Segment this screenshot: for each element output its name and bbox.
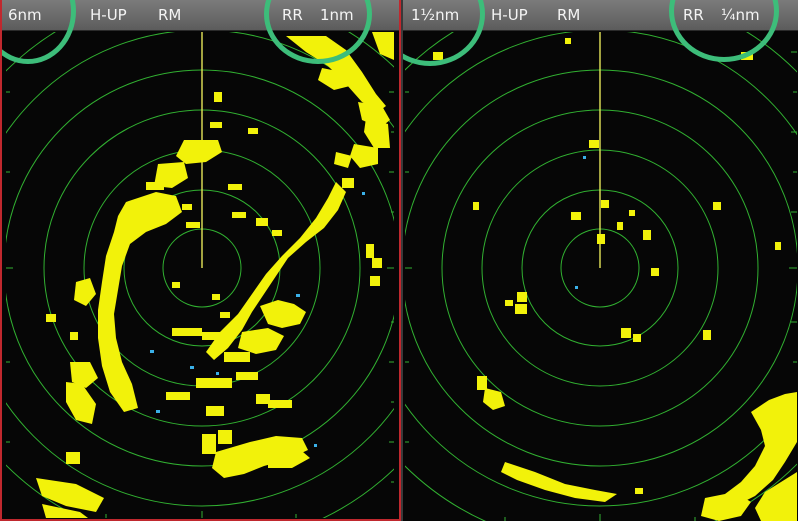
- tracked-targets: [150, 192, 365, 447]
- range-ring-label[interactable]: RR: [683, 0, 704, 30]
- radar-scope-right[interactable]: [405, 32, 797, 521]
- range-readout[interactable]: 6nm: [8, 0, 42, 30]
- motion-mode[interactable]: RM: [158, 0, 181, 30]
- radar-status-bar-left: 6nm H-UP RM RR 1nm: [2, 0, 399, 31]
- tracked-targets: [575, 156, 586, 289]
- motion-mode[interactable]: RM: [557, 0, 580, 30]
- range-readout[interactable]: 1½nm: [411, 0, 459, 30]
- radar-pane-left[interactable]: 6nm H-UP RM RR 1nm: [0, 0, 401, 521]
- range-ring-interval[interactable]: 1nm: [320, 0, 354, 30]
- radar-scope-left[interactable]: [6, 32, 398, 518]
- radar-split-screen: 6nm H-UP RM RR 1nm 1½nm H-UP RM RR ¼nm: [0, 0, 798, 521]
- range-ring-label[interactable]: RR: [282, 0, 303, 30]
- radar-status-bar-right: 1½nm H-UP RM RR ¼nm: [403, 0, 798, 31]
- orientation-mode[interactable]: H-UP: [491, 0, 528, 30]
- radar-pane-right[interactable]: 1½nm H-UP RM RR ¼nm: [401, 0, 798, 521]
- range-ring-interval[interactable]: ¼nm: [721, 0, 760, 30]
- bearing-scale-icon: [405, 51, 797, 521]
- orientation-mode[interactable]: H-UP: [90, 0, 127, 30]
- range-rings-icon: [405, 32, 797, 521]
